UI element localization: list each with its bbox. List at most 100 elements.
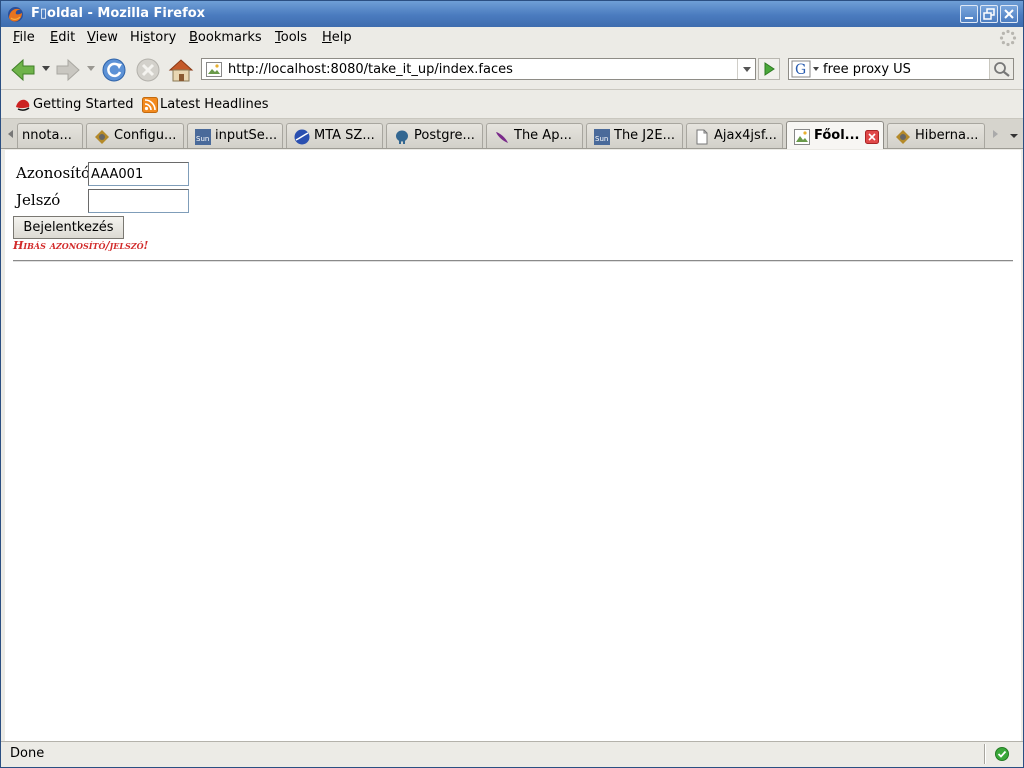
tab-8-active[interactable]: Főol... [786,121,884,149]
password-input[interactable] [88,189,189,213]
horizontal-rule [13,260,1013,262]
hibernate-icon [896,130,910,144]
tab-label: Főol... [814,128,860,143]
feather-icon [496,132,508,143]
menu-edit[interactable]: Edit [50,30,75,45]
tab-scroll-right-icon[interactable] [988,125,1002,143]
firefox-icon [8,7,23,22]
restore-button[interactable] [980,5,998,23]
bookmark-getting-started[interactable]: Getting Started [15,96,135,114]
rss-icon [142,97,158,113]
close-tab-icon[interactable] [865,130,879,144]
tab-label: MTA SZ... [314,128,375,143]
search-bar[interactable]: G [788,58,1014,80]
sun-icon: Sun [195,129,211,145]
menu-bookmarks-key: B [189,30,198,45]
search-button[interactable] [989,59,1013,79]
home-icon[interactable] [167,56,195,84]
tab-label: Hiberna... [915,128,979,143]
tab-1[interactable]: Configu... [86,123,184,148]
globe-icon [294,129,310,145]
status-bar: Done [1,741,1023,767]
magnifier-icon [994,62,1010,77]
close-window-button[interactable] [1000,5,1018,23]
back-history-chevron-down-icon[interactable] [42,66,50,72]
url-history-button[interactable] [737,59,755,79]
svg-text:G: G [795,62,806,78]
bookmarks-toolbar: Getting Started Latest Headlines [1,90,1023,119]
go-button[interactable] [758,58,780,80]
search-engine-selector[interactable]: G [791,60,821,78]
password-label: Jelszó [16,191,61,209]
tab-label: The Ap... [514,128,572,143]
tab-5[interactable]: The Ap... [486,123,583,148]
image-icon [794,129,810,145]
status-divider [984,744,986,764]
tab-label: inputSe... [215,128,278,143]
login-button[interactable]: Bejelentkezés [13,216,124,239]
minimize-button[interactable] [960,5,978,23]
status-text: Done [10,746,45,761]
tab-7[interactable]: Ajax4jsf... [686,123,783,148]
sun-icon: Sun [594,129,610,145]
menu-help-key: H [322,30,332,45]
title-bar: F▯oldal - Mozilla Firefox [1,1,1023,27]
tab-label: Postgre... [414,128,475,143]
tab-3[interactable]: MTA SZ... [286,123,383,148]
hibernate-icon [95,130,109,144]
menu-view[interactable]: View [87,30,118,45]
tab-2[interactable]: Sun inputSe... [187,123,283,148]
throbber-icon [999,29,1017,47]
menu-help[interactable]: Help [322,30,352,45]
tab-label: nnota... [22,128,72,143]
tab-0[interactable]: nnota... [17,123,83,148]
menu-tools-key: T [275,30,281,45]
minimize-icon [965,17,973,19]
browser-window: F▯oldal - Mozilla Firefox File Edit View… [0,0,1024,768]
site-image-icon [206,62,222,77]
restore-icon [983,8,995,20]
go-arrow-icon [764,62,775,76]
chevron-down-icon [743,67,751,72]
close-icon [1004,9,1014,19]
menu-bar: File Edit View History Bookmarks Tools H… [1,27,1023,50]
navigation-toolbar: G [1,50,1023,90]
back-icon[interactable] [9,56,37,84]
check-icon [995,747,1009,761]
username-input[interactable] [88,162,189,186]
forward-history-chevron-down-icon[interactable] [87,66,95,72]
reload-icon[interactable] [100,56,128,84]
bookmark-latest-headlines[interactable]: Latest Headlines [142,96,272,114]
menu-history-key: s [143,30,151,45]
bookmark-label: Latest Headlines [160,97,269,112]
google-icon: G [791,60,819,78]
tab-scroll-left-icon[interactable] [4,125,18,143]
window-title: F▯oldal - Mozilla Firefox [31,6,206,21]
bookmark-label: Getting Started [33,97,134,112]
tab-strip: nnota... Configu... Sun inputSe... MTA S… [1,119,1023,149]
menu-file[interactable]: File [13,30,35,45]
tab-9[interactable]: Hiberna... [887,123,985,148]
search-input[interactable] [823,61,985,78]
elephant-icon [396,130,408,144]
error-message: Hibás azonosító/jelszó! [13,239,149,252]
tab-4[interactable]: Postgre... [386,123,483,148]
menu-bookmarks[interactable]: Bookmarks [189,30,262,45]
menu-history[interactable]: History [130,30,176,45]
menu-tools[interactable]: Tools [275,30,307,45]
menu-view-key: V [87,30,96,45]
url-bar[interactable] [201,58,756,80]
menu-file-key: F [13,30,20,45]
tab-6[interactable]: Sun The J2E... [586,123,683,148]
stop-icon[interactable] [134,56,162,84]
page-content: Azonosító Jelszó Bejelentkezés Hibás azo… [5,150,1021,741]
page-icon [696,129,708,145]
svg-text:Sun: Sun [595,135,608,143]
menu-edit-key: E [50,30,59,45]
svg-text:Sun: Sun [196,135,209,143]
forward-icon[interactable] [54,56,82,84]
url-input[interactable] [228,61,728,78]
tab-label: Ajax4jsf... [714,128,777,143]
all-tabs-chevron-down-icon[interactable] [1005,124,1023,146]
redhat-icon [16,99,30,111]
